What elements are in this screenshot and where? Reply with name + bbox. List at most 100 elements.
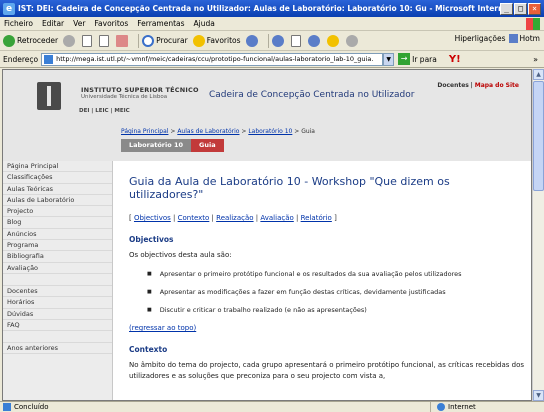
maximize-button[interactable]: □ xyxy=(514,2,527,15)
sitemap-link[interactable]: Mapa do Site xyxy=(475,82,519,89)
refresh-button[interactable] xyxy=(99,34,111,47)
forward-arrow-icon xyxy=(63,34,76,47)
stop-icon xyxy=(82,34,93,47)
sidebar-item-syllabus[interactable]: Programa xyxy=(3,240,112,252)
sidebar-item-assessment[interactable]: Avaliação xyxy=(3,263,112,274)
anchor-assessment[interactable]: Avaliação xyxy=(260,214,293,222)
close-button[interactable]: × xyxy=(528,2,541,15)
menu-file[interactable]: Ficheiro xyxy=(4,19,33,28)
yahoo-toolbar-logo[interactable]: Y! xyxy=(449,54,461,65)
menu-favorites[interactable]: Favoritos xyxy=(94,19,128,28)
favorites-button[interactable]: Favoritos xyxy=(192,34,241,47)
menu-edit[interactable]: Editar xyxy=(42,19,64,28)
anchor-report[interactable]: Relatório xyxy=(301,214,332,222)
zone-label: Internet xyxy=(448,403,476,411)
scroll-up-arrow-icon[interactable]: ▲ xyxy=(533,69,544,80)
anchor-objectives[interactable]: Objectivos xyxy=(134,214,171,222)
sidebar-item-labs[interactable]: Aulas de Laboratório xyxy=(3,195,112,207)
sidebar-item-bibliography[interactable]: Bibliografia xyxy=(3,251,112,263)
scroll-thumb[interactable] xyxy=(533,81,544,191)
address-label: Endereço xyxy=(3,54,39,64)
star-icon xyxy=(192,34,205,47)
mail-button[interactable] xyxy=(271,34,286,47)
toolbar-separator xyxy=(267,33,269,48)
edit-button[interactable] xyxy=(307,34,322,47)
title-bar: e IST: DEI: Cadeira de Concepção Centrad… xyxy=(0,0,544,17)
search-label: Procurar xyxy=(156,36,188,45)
forward-button[interactable] xyxy=(63,34,77,47)
sidebar-item-project[interactable]: Projecto xyxy=(3,206,112,218)
list-item-text: Apresentar as modificações a fazer em fu… xyxy=(159,288,446,296)
context-text: No âmbito do tema do projecto, cada grup… xyxy=(129,361,525,380)
tab-guide[interactable]: Guia xyxy=(191,139,224,152)
sidebar-item-blog[interactable]: Blog xyxy=(3,217,112,229)
messenger-button[interactable] xyxy=(326,34,341,47)
page-icon xyxy=(44,54,54,64)
vertical-scrollbar[interactable]: ▲ ▼ xyxy=(532,69,544,401)
menu-view[interactable]: Ver xyxy=(73,19,85,28)
ie-icon: e xyxy=(3,2,15,15)
history-icon xyxy=(245,34,258,47)
back-button[interactable]: Retroceder xyxy=(3,34,58,47)
menu-bar: Ficheiro Editar Ver Favoritos Ferramenta… xyxy=(0,17,544,31)
toolbar-overflow-icon[interactable]: » xyxy=(533,55,538,64)
breadcrumb-lab10[interactable]: Laboratório 10 xyxy=(248,128,292,135)
page-title: Guia da Aula de Laboratório 10 - Worksho… xyxy=(129,175,450,201)
menu-help[interactable]: Ajuda xyxy=(194,19,215,28)
back-to-top-link[interactable]: (regressar ao topo) xyxy=(129,324,525,332)
globe-icon xyxy=(437,403,445,411)
sidebar-item-teachers[interactable]: Docentes xyxy=(3,286,112,298)
scroll-down-arrow-icon[interactable]: ▼ xyxy=(533,390,544,401)
go-label: Ir para xyxy=(412,54,437,64)
search-button[interactable]: Procurar xyxy=(142,34,188,47)
site-header: INSTITUTO SUPERIOR TÉCNICO Universidade … xyxy=(3,70,531,161)
sidebar-item-previous-years[interactable]: Anos anteriores xyxy=(3,343,112,355)
status-bar: Concluído Internet xyxy=(0,401,544,412)
breadcrumb-home[interactable]: Página Principal xyxy=(121,128,168,135)
status-text: Concluído xyxy=(14,403,49,411)
breadcrumb-labs[interactable]: Aulas de Laboratório xyxy=(177,128,239,135)
anchor-execution[interactable]: Realização xyxy=(216,214,253,222)
sidebar-item-grades[interactable]: Classificações xyxy=(3,172,112,184)
address-input[interactable]: http://mega.ist.utl.pt/~vmnf/meic/cadeir… xyxy=(41,52,384,66)
sidebar-item-lectures[interactable]: Aulas Teóricas xyxy=(3,184,112,195)
edit-icon xyxy=(307,34,320,47)
objectives-list: Apresentar o primeiro protótipo funciona… xyxy=(129,270,525,315)
sidebar-item-schedule[interactable]: Horários xyxy=(3,297,112,309)
print-button[interactable] xyxy=(290,34,303,47)
history-button[interactable] xyxy=(245,34,260,47)
sidebar-item-faq[interactable]: FAQ xyxy=(3,320,112,332)
back-arrow-icon xyxy=(3,34,15,47)
anchor-context[interactable]: Contexto xyxy=(178,214,210,222)
main-content: Guia da Aula de Laboratório 10 - Worksho… xyxy=(129,161,525,400)
toolbar: Retroceder Procurar Favoritos Hiperligaç… xyxy=(0,31,544,51)
toolbar-separator xyxy=(138,33,140,48)
window-title: IST: DEI: Cadeira de Concepção Centrada … xyxy=(18,4,500,13)
list-item: Apresentar as modificações a fazer em fu… xyxy=(147,288,525,297)
research-icon xyxy=(345,34,358,47)
links-label[interactable]: Hiperligações xyxy=(455,34,506,43)
stop-button[interactable] xyxy=(82,34,94,47)
breadcrumb-sep: > xyxy=(292,128,302,135)
sidebar-item-home[interactable]: Página Principal xyxy=(3,161,112,173)
messenger-icon xyxy=(326,34,339,47)
department-links[interactable]: DEI | LEIC | MEIC xyxy=(79,108,130,114)
minimize-button[interactable]: _ xyxy=(500,2,513,15)
sidebar-item-questions[interactable]: Dúvidas xyxy=(3,309,112,320)
go-button[interactable]: → Ir para xyxy=(398,53,437,65)
teachers-link[interactable]: Docentes xyxy=(437,82,469,89)
menu-tools[interactable]: Ferramentas xyxy=(137,19,184,28)
ist-logo[interactable] xyxy=(37,82,61,110)
tab-lab10[interactable]: Laboratório 10 xyxy=(121,139,192,152)
favorites-label: Favoritos xyxy=(206,36,241,45)
windows-flag-icon xyxy=(526,18,540,30)
address-dropdown[interactable]: ▼ xyxy=(383,52,395,66)
address-url: http://mega.ist.utl.pt/~vmnf/meic/cadeir… xyxy=(56,55,374,63)
research-button[interactable] xyxy=(345,34,360,47)
home-button[interactable] xyxy=(116,34,130,47)
section-anchors: [ Objectivos | Contexto | Realização | A… xyxy=(129,214,337,222)
section-heading-objectives: Objectivos xyxy=(129,235,174,244)
links-item[interactable]: Hotm xyxy=(520,34,540,43)
sidebar-spacer xyxy=(3,274,112,286)
sidebar-item-announcements[interactable]: Anúncios xyxy=(3,229,112,241)
